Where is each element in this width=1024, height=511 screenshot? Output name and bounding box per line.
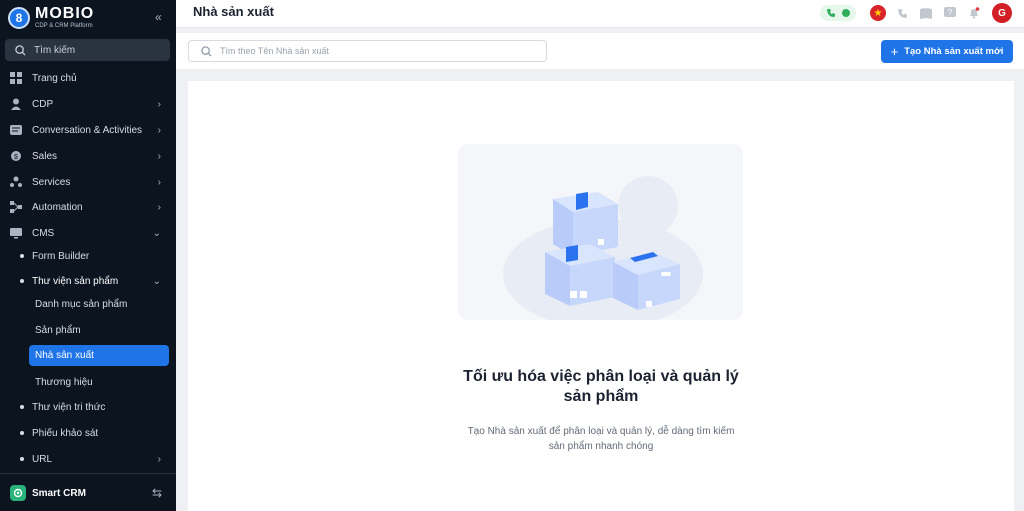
main-content: Tối ưu hóa việc phân loại và quản lý sản… [188, 81, 1014, 511]
user-icon [10, 98, 22, 110]
collapse-sidebar-icon[interactable]: « [155, 10, 162, 24]
chevron-down-icon: ⌄ [152, 227, 161, 239]
sidebar-item-label: Automation [32, 201, 83, 213]
sidebar-search[interactable]: Tìm kiếm [5, 39, 170, 61]
sidebar-item-manufacturer[interactable]: Nhà sản xuất [29, 345, 169, 366]
sidebar-item-label: Thương hiệu [35, 376, 93, 388]
sidebar-item-label: Danh mục sản phẩm [35, 298, 128, 310]
grid-icon [10, 72, 22, 84]
automation-icon [10, 201, 22, 213]
call-status-pill[interactable] [820, 5, 856, 21]
manufacturer-search-input[interactable] [220, 46, 520, 56]
sidebar-search-label: Tìm kiếm [34, 44, 76, 56]
manufacturer-search[interactable] [188, 40, 547, 62]
empty-state-title: Tối ưu hóa việc phân loại và quản lý sản… [188, 367, 1014, 407]
svg-text:?: ? [948, 8, 953, 17]
brand-subtitle: CDP & CRM Platform [35, 23, 93, 29]
sidebar: 8 MOBIO CDP & CRM Platform « Tìm kiếm Tr… [0, 0, 176, 511]
sidebar-divider [0, 473, 176, 474]
empty-state-illustration [458, 144, 743, 320]
vietnam-flag-icon[interactable]: ★ [870, 5, 886, 21]
sidebar-item-label: Thư viện tri thức [32, 401, 106, 413]
chevron-right-icon: › [157, 176, 161, 188]
sidebar-item-label: Phiếu khảo sát [32, 427, 99, 439]
sidebar-item-label: Services [32, 176, 71, 188]
sidebar-item-home[interactable]: Trang chủ [0, 67, 176, 89]
sidebar-item-label: Nhà sản xuất [35, 350, 94, 361]
top-header: Nhà sản xuất ★ ? G [176, 0, 1024, 28]
swap-icon[interactable]: ⇆ [152, 486, 162, 500]
sidebar-item-automation[interactable]: Automation › [0, 196, 176, 218]
chevron-right-icon: › [157, 201, 161, 213]
sidebar-item-conversation[interactable]: Conversation & Activities › [0, 119, 176, 141]
sidebar-item-knowledge-library[interactable]: Thư viện tri thức [0, 396, 176, 418]
chevron-right-icon: › [157, 124, 161, 136]
bullet-dot [20, 279, 24, 283]
search-icon [15, 44, 26, 56]
boxes-illustration-icon [503, 176, 703, 320]
sidebar-item-label: URL [32, 453, 53, 465]
bell-icon[interactable] [966, 5, 982, 21]
sidebar-item-label: CMS [32, 227, 55, 239]
brand-logo[interactable]: 8 MOBIO CDP & CRM Platform [8, 6, 94, 30]
empty-state-title-line2: sản phẩm [563, 388, 639, 405]
sidebar-item-brand[interactable]: Thương hiệu [0, 371, 176, 393]
sidebar-item-sales[interactable]: $ Sales › [0, 145, 176, 167]
chevron-right-icon: › [157, 98, 161, 110]
bullet-dot [20, 405, 24, 409]
sidebar-item-survey[interactable]: Phiếu khảo sát [0, 422, 176, 444]
smart-crm-label: Smart CRM [32, 487, 86, 499]
sidebar-item-services[interactable]: Services › [0, 171, 176, 193]
sidebar-item-label: CDP [32, 98, 54, 110]
chevron-down-icon: ⌄ [152, 275, 161, 287]
chevron-right-icon: › [157, 150, 161, 162]
sidebar-item-label: Trang chủ [32, 72, 77, 84]
user-avatar[interactable]: G [992, 3, 1012, 23]
sidebar-item-label: Conversation & Activities [32, 124, 143, 136]
smart-crm-icon [10, 485, 26, 501]
monitor-icon [10, 227, 22, 239]
sidebar-item-cms[interactable]: CMS ⌄ [0, 222, 176, 244]
create-manufacturer-label: Tạo Nhà sản xuất mới [904, 46, 1004, 57]
empty-state-desc-line2: sản phẩm nhanh chóng [548, 441, 654, 452]
conversation-icon [10, 124, 22, 136]
phone-icon[interactable] [894, 5, 910, 21]
brand-title: MOBIO [35, 5, 95, 22]
empty-state-description: Tạo Nhà sản xuất để phân loại và quản lý… [188, 424, 1014, 454]
sidebar-item-label: Thư viện sản phẩm [32, 275, 119, 287]
mobio-logo-icon: 8 [8, 7, 30, 29]
bullet-dot [20, 254, 24, 258]
sidebar-item-label: Sales [32, 150, 58, 162]
sidebar-item-form-builder[interactable]: Form Builder [0, 245, 176, 267]
bullet-dot [20, 431, 24, 435]
plus-icon: + [890, 44, 899, 59]
create-manufacturer-button[interactable]: + Tạo Nhà sản xuất mới [881, 40, 1013, 63]
sales-icon: $ [10, 150, 22, 162]
chevron-right-icon: › [157, 453, 161, 465]
empty-state-desc-line1: Tạo Nhà sản xuất để phân loại và quản lý… [467, 426, 735, 437]
sidebar-item-label: Form Builder [32, 250, 90, 262]
help-icon[interactable]: ? [942, 5, 958, 21]
chat-icon [841, 9, 850, 17]
sidebar-item-label: Sản phẩm [35, 324, 81, 336]
sidebar-item-products[interactable]: Sản phẩm [0, 319, 176, 341]
book-icon[interactable] [918, 5, 934, 21]
sidebar-item-cdp[interactable]: CDP › [0, 93, 176, 115]
svg-text:$: $ [14, 154, 18, 161]
sidebar-item-product-category[interactable]: Danh mục sản phẩm [0, 293, 176, 315]
search-icon [201, 45, 212, 57]
smart-crm-switcher[interactable]: Smart CRM ⇆ [0, 482, 176, 504]
bullet-dot [20, 457, 24, 461]
sidebar-item-product-library[interactable]: Thư viện sản phẩm ⌄ [0, 270, 176, 292]
toolbar: + Tạo Nhà sản xuất mới [176, 33, 1024, 69]
page-title: Nhà sản xuất [193, 4, 274, 19]
services-icon [10, 176, 22, 188]
empty-state-title-line1: Tối ưu hóa việc phân loại và quản lý [463, 368, 739, 385]
sidebar-item-url[interactable]: URL › [0, 448, 176, 470]
phone-icon [826, 9, 835, 17]
